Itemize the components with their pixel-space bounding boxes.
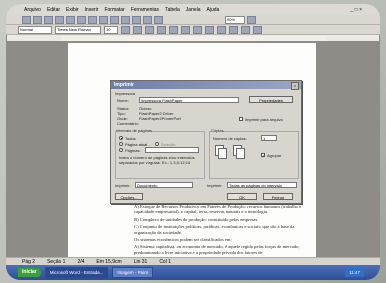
align-left-icon[interactable] — [157, 25, 166, 34]
window-controls[interactable]: _ □ × — [351, 7, 363, 13]
properties-button[interactable]: Propriedades — [249, 96, 293, 103]
document-item-c: C) Conjunto de instituições políticas, j… — [134, 224, 295, 235]
task-paint[interactable]: Imagem - Paint — [112, 267, 153, 278]
where-value: FlashPaper2PrinterPort — [139, 116, 181, 121]
print-what-label: Imprimir: — [115, 183, 131, 188]
status-line: Lin 31 — [133, 258, 148, 265]
page-range-label: Intervalo de páginas — [116, 128, 153, 133]
print-to-file-label: Imprimir para arquivo — [245, 117, 283, 122]
start-button[interactable]: Iniciar — [18, 268, 41, 277]
menu-arquivo[interactable]: Arquivo — [24, 7, 41, 13]
undo-icon[interactable] — [121, 15, 130, 24]
print-select[interactable]: Todas as páginas do intervalo — [227, 182, 297, 188]
collate-checkbox[interactable]: ✓ — [261, 153, 265, 158]
menu-ajuda[interactable]: Ajuda — [207, 7, 220, 13]
formatting-toolbar: Normal Times New Roman 10 — [6, 25, 380, 35]
printer-name-label: Nome: — [117, 98, 129, 103]
menu-editar[interactable]: Editar — [47, 7, 60, 13]
dialog-title: Imprimir — [111, 81, 301, 89]
open-icon[interactable] — [33, 15, 42, 24]
italic-icon[interactable] — [133, 25, 142, 34]
font-select[interactable]: Times New Roman — [55, 25, 101, 34]
align-right-icon[interactable] — [181, 25, 190, 34]
new-icon[interactable] — [22, 15, 31, 24]
close-icon[interactable]: × — [291, 82, 299, 90]
print-icon[interactable] — [55, 15, 64, 24]
collate-label: Agrupar — [267, 153, 282, 158]
collate-pages-icon-2 — [233, 145, 245, 159]
status-pages: 2/4 — [77, 258, 85, 265]
zoom-select[interactable]: 90% — [225, 15, 245, 24]
status-section: Seção 1 — [47, 258, 66, 265]
highlight-icon[interactable] — [241, 25, 250, 34]
copies-input[interactable]: 1 — [261, 135, 277, 141]
document-item-b: B) Complexo de unidades de produção: con… — [134, 216, 259, 222]
document-text: A) Estoque de Recursos Produtivos em Fat… — [134, 204, 302, 257]
system-tray-clock: 11:47 — [345, 268, 364, 277]
print-label: Imprimir: — [207, 183, 223, 188]
cancel-button[interactable]: Fechar — [263, 193, 293, 200]
status-position: Em 15,9cm — [96, 258, 122, 265]
copies-count-label: Número de cópias: — [213, 136, 247, 141]
menu-inserir[interactable]: Inserir — [85, 7, 99, 13]
font-color-icon[interactable] — [253, 25, 262, 34]
menu-tabela[interactable]: Tabela — [165, 7, 180, 13]
printer-name-select[interactable]: Impressora FlashPaper — [139, 97, 239, 103]
menu-ferramentas[interactable]: Ferramentas — [131, 7, 159, 13]
document-item-a2: A) Sistema capitalista, ou economia de m… — [134, 244, 300, 255]
document-item-a: A) Estoque de Recursos Produtivos em Fat… — [134, 204, 302, 215]
copy-icon[interactable] — [99, 15, 108, 24]
range-pages-radio[interactable] — [119, 148, 123, 152]
font-size-select[interactable]: 10 — [104, 25, 118, 34]
range-help-text: Insira o número de páginas e/ou interval… — [119, 155, 195, 165]
status-page: Pág 2 — [22, 258, 36, 265]
redo-icon[interactable] — [132, 15, 141, 24]
range-selection-radio[interactable] — [155, 142, 159, 146]
status-bar: Pág 2 Seção 1 2/4 Em 15,9cm Lin 31 Col 1 — [6, 257, 380, 265]
print-what-select[interactable]: Documento — [135, 182, 193, 188]
menu-formatar[interactable]: Formatar — [104, 7, 124, 13]
indent-icon[interactable] — [229, 25, 238, 34]
range-all-radio[interactable] — [119, 136, 123, 140]
monitor-screen: Arquivo Editar Exibir Inserir Formatar F… — [6, 4, 380, 280]
status-column: Col 1 — [159, 258, 171, 265]
style-select[interactable]: Normal — [18, 25, 52, 34]
columns-icon[interactable] — [154, 15, 163, 24]
range-current-radio[interactable] — [119, 142, 123, 146]
paste-icon[interactable] — [110, 15, 119, 24]
numbering-icon[interactable] — [205, 25, 214, 34]
spelling-icon[interactable] — [77, 15, 86, 24]
comment-label: Comentário: — [117, 121, 139, 126]
underline-icon[interactable] — [145, 25, 154, 34]
photo-frame: Arquivo Editar Exibir Inserir Formatar F… — [0, 0, 386, 283]
help-icon[interactable] — [247, 15, 256, 24]
options-button[interactable]: Opções... — [115, 193, 143, 200]
menu-exibir[interactable]: Exibir — [66, 7, 79, 13]
table-icon[interactable] — [143, 15, 152, 24]
bold-icon[interactable] — [121, 25, 130, 34]
taskbar: Iniciar Microsoft Word - Entrada... Imag… — [6, 265, 380, 280]
menu-bar: Arquivo Editar Exibir Inserir Formatar F… — [6, 4, 380, 15]
task-word[interactable]: Microsoft Word - Entrada... — [44, 267, 109, 278]
range-current-label: Página atual — [125, 142, 148, 147]
standard-toolbar: 90% — [6, 15, 380, 25]
range-pages-input[interactable] — [145, 147, 199, 153]
range-all-label: Todos — [125, 136, 136, 141]
document-heading: Os sistemas econômicos podem ser classif… — [134, 237, 232, 243]
bullets-icon[interactable] — [217, 25, 226, 34]
justify-icon[interactable] — [193, 25, 202, 34]
print-dialog: Imprimir × Impressora Nome: Impressora F… — [110, 80, 302, 204]
printer-section-label: Impressora — [115, 91, 136, 96]
preview-icon[interactable] — [66, 15, 75, 24]
cut-icon[interactable] — [88, 15, 97, 24]
menu-janela[interactable]: Janela — [186, 7, 201, 13]
collate-pages-icon — [215, 145, 227, 159]
save-icon[interactable] — [44, 15, 53, 24]
copies-section-label: Cópias — [211, 128, 224, 133]
align-center-icon[interactable] — [169, 25, 178, 34]
print-to-file-checkbox[interactable] — [239, 117, 243, 121]
range-pages-label: Páginas: — [125, 148, 141, 153]
ok-button[interactable]: OK — [227, 193, 257, 200]
